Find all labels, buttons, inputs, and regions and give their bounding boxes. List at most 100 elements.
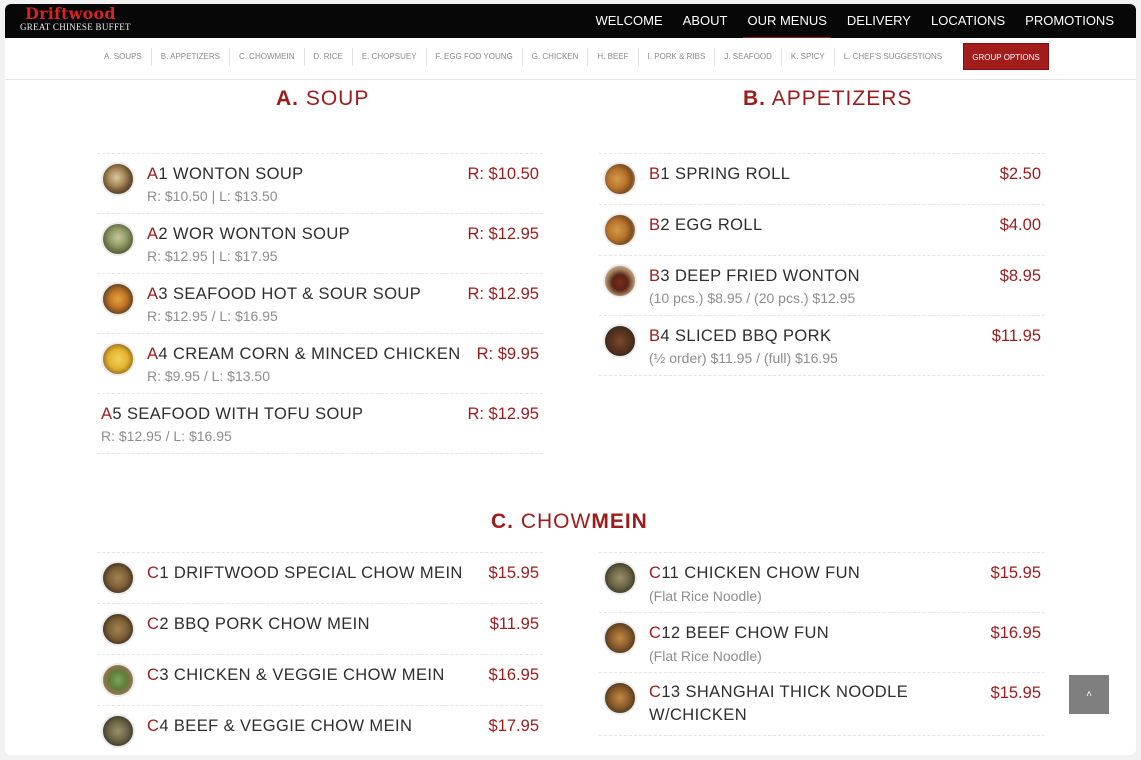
menu-item[interactable]: A5 SEAFOOD WITH TOFU SOUP R: $12.95 / L:… bbox=[97, 393, 543, 453]
section-letter: C. bbox=[491, 510, 514, 533]
item-sizes: R: $12.95 | L: $17.95 bbox=[147, 248, 278, 264]
special-chow-mein-photo bbox=[101, 561, 135, 595]
item-price: R: $12.95 bbox=[467, 405, 539, 423]
shanghai-noodle-photo bbox=[603, 681, 637, 715]
chowmein-list-right: C11 CHICKEN CHOW FUN (Flat Rice Noodle) … bbox=[599, 552, 1045, 736]
wonton-soup-photo bbox=[101, 162, 135, 196]
menu-item[interactable]: A3 SEAFOOD HOT & SOUR SOUP R: $12.95 / L… bbox=[97, 273, 543, 333]
subnav-appetizers[interactable]: B. APPETIZERS bbox=[152, 48, 230, 66]
nav-about[interactable]: ABOUT bbox=[673, 4, 738, 38]
menu-item[interactable]: C3 CHICKEN & VEGGIE CHOW MEIN $16.95 bbox=[97, 654, 543, 705]
menu-item[interactable]: C4 BEEF & VEGGIE CHOW MEIN $17.95 bbox=[97, 705, 543, 755]
beef-veggie-chow-mein-photo bbox=[101, 714, 135, 748]
bbq-pork-chow-mein-photo bbox=[101, 612, 135, 646]
item-price: $15.95 bbox=[990, 684, 1041, 702]
item-price: $16.95 bbox=[990, 624, 1041, 642]
menu-item[interactable]: A4 CREAM CORN & MINCED CHICKEN R: $9.95 … bbox=[97, 333, 543, 393]
item-name: B1 SPRING ROLL bbox=[649, 165, 791, 183]
menu-item[interactable]: C1 DRIFTWOOD SPECIAL CHOW MEIN $15.95 bbox=[97, 552, 543, 603]
subnav-chefs-suggestions[interactable]: L. CHEF'S SUGGESTIONS bbox=[835, 48, 951, 66]
item-price: $2.50 bbox=[999, 165, 1041, 183]
beef-chow-fun-photo bbox=[603, 621, 637, 655]
item-price: $15.95 bbox=[990, 564, 1041, 582]
hot-sour-soup-photo bbox=[101, 282, 135, 316]
menu-item[interactable]: C11 CHICKEN CHOW FUN (Flat Rice Noodle) … bbox=[599, 552, 1045, 612]
item-price: $11.95 bbox=[991, 327, 1041, 345]
menu-item[interactable]: C12 BEEF CHOW FUN (Flat Rice Noodle) $16… bbox=[599, 612, 1045, 672]
nav-welcome[interactable]: WELCOME bbox=[585, 4, 672, 38]
item-price: $15.95 bbox=[488, 564, 539, 582]
item-price: R: $12.95 bbox=[467, 285, 539, 303]
item-price: $16.95 bbox=[488, 666, 539, 684]
group-options-button[interactable]: GROUP OPTIONS bbox=[963, 43, 1049, 70]
item-price: R: $12.95 bbox=[467, 225, 539, 243]
brand-logo[interactable]: Driftwood GREAT CHINESE BUFFET bbox=[20, 6, 131, 32]
item-name: C2 BBQ PORK CHOW MEIN bbox=[147, 615, 370, 633]
subnav-chopsuey[interactable]: E. CHOPSUEY bbox=[353, 48, 427, 66]
item-name: C12 BEEF CHOW FUN bbox=[649, 624, 830, 642]
item-name: A3 SEAFOOD HOT & SOUR SOUP bbox=[147, 285, 422, 303]
subnav-rice[interactable]: D. RICE bbox=[305, 48, 353, 66]
menu-item[interactable]: B3 DEEP FRIED WONTON (10 pcs.) $8.95 / (… bbox=[599, 255, 1045, 315]
brand-tagline: GREAT CHINESE BUFFET bbox=[20, 22, 131, 32]
chicken-chow-fun-photo bbox=[603, 561, 637, 595]
item-sizes: R: $9.95 / L: $13.50 bbox=[147, 368, 270, 384]
nav-our-menus[interactable]: OUR MENUS bbox=[737, 4, 836, 39]
menu-item[interactable]: C13 SHANGHAI THICK NOODLE W/CHICKEN $15.9… bbox=[599, 672, 1045, 735]
nav-delivery[interactable]: DELIVERY bbox=[837, 4, 921, 38]
subnav-seafood[interactable]: J. SEAFOOD bbox=[715, 48, 782, 66]
section-name: APPETIZERS bbox=[771, 87, 913, 110]
section-name-bold: MEIN bbox=[591, 510, 648, 533]
item-note: (Flat Rice Noodle) bbox=[649, 588, 762, 604]
section-title-soup: A. SOUP bbox=[276, 87, 369, 111]
egg-roll-photo bbox=[603, 213, 637, 247]
section-name: SOUP bbox=[305, 87, 370, 110]
subnav-soups[interactable]: A. SOUPS bbox=[95, 48, 152, 66]
menu-category-nav: A. SOUPS B. APPETIZERS C. CHOWMEIN D. RI… bbox=[5, 38, 1136, 80]
scroll-to-top-button[interactable]: ˄ bbox=[1069, 675, 1109, 714]
menu-item[interactable]: A2 WOR WONTON SOUP R: $12.95 | L: $17.95… bbox=[97, 213, 543, 273]
item-sizes: R: $12.95 / L: $16.95 bbox=[101, 428, 232, 444]
nav-promotions[interactable]: PROMOTIONS bbox=[1015, 4, 1124, 38]
item-name: C13 SHANGHAI THICK NOODLE W/CHICKEN bbox=[649, 683, 909, 724]
item-sizes: (½ order) $11.95 / (full) $16.95 bbox=[649, 350, 838, 366]
item-name: B2 EGG ROLL bbox=[649, 216, 763, 234]
nav-locations[interactable]: LOCATIONS bbox=[921, 4, 1015, 38]
item-name: B4 SLICED BBQ PORK bbox=[649, 327, 832, 345]
item-name: A5 SEAFOOD WITH TOFU SOUP bbox=[101, 405, 364, 423]
menu-item[interactable]: B4 SLICED BBQ PORK (½ order) $11.95 / (f… bbox=[599, 315, 1045, 375]
item-price: $17.95 bbox=[488, 717, 539, 735]
top-navbar: Driftwood GREAT CHINESE BUFFET WELCOME A… bbox=[5, 4, 1136, 39]
chicken-veggie-chow-mein-photo bbox=[101, 663, 135, 697]
item-name: C1 DRIFTWOOD SPECIAL CHOW MEIN bbox=[147, 564, 463, 582]
section-letter: A. bbox=[276, 87, 299, 110]
menu-item[interactable]: B1 SPRING ROLL $2.50 bbox=[599, 153, 1045, 204]
item-price: $4.00 bbox=[999, 216, 1041, 234]
brand-name: Driftwood bbox=[25, 4, 116, 23]
item-note: (Flat Rice Noodle) bbox=[649, 648, 762, 664]
item-name: C3 CHICKEN & VEGGIE CHOW MEIN bbox=[147, 666, 445, 684]
section-title-chowmein: C. CHOWMEIN bbox=[491, 510, 648, 534]
menu-item[interactable]: C2 BBQ PORK CHOW MEIN $11.95 bbox=[97, 603, 543, 654]
chevron-up-icon: ˄ bbox=[1086, 689, 1092, 700]
menu-item[interactable]: B2 EGG ROLL $4.00 bbox=[599, 204, 1045, 255]
item-name: A2 WOR WONTON SOUP bbox=[147, 225, 351, 243]
subnav-chowmein[interactable]: C. CHOWMEIN bbox=[230, 48, 305, 66]
corn-soup-photo bbox=[101, 342, 135, 376]
subnav-pork-ribs[interactable]: I. PORK & RIBS bbox=[639, 48, 716, 66]
item-name: A4 CREAM CORN & MINCED CHICKEN bbox=[147, 345, 461, 363]
subnav-spicy[interactable]: K. SPICY bbox=[782, 48, 835, 66]
section-title-appetizers: B. APPETIZERS bbox=[743, 87, 912, 111]
item-name: C4 BEEF & VEGGIE CHOW MEIN bbox=[147, 717, 413, 735]
section-name-light: CHOW bbox=[520, 510, 592, 533]
item-price: $8.95 bbox=[999, 267, 1041, 285]
main-nav: WELCOME ABOUT OUR MENUS DELIVERY LOCATIO… bbox=[585, 4, 1124, 39]
chowmein-list-left: C1 DRIFTWOOD SPECIAL CHOW MEIN $15.95 C2… bbox=[97, 552, 543, 755]
item-sizes: R: $12.95 / L: $16.95 bbox=[147, 308, 278, 324]
item-sizes: R: $10.50 | L: $13.50 bbox=[147, 188, 278, 204]
subnav-egg-foo-young[interactable]: F. EGG FOO YOUNG bbox=[427, 48, 523, 66]
subnav-beef[interactable]: H. BEEF bbox=[588, 48, 639, 66]
menu-item[interactable]: A1 WONTON SOUP R: $10.50 | L: $13.50 R: … bbox=[97, 153, 543, 213]
subnav-chicken[interactable]: G. CHICKEN bbox=[523, 48, 589, 66]
page-frame: Driftwood GREAT CHINESE BUFFET WELCOME A… bbox=[5, 4, 1136, 755]
